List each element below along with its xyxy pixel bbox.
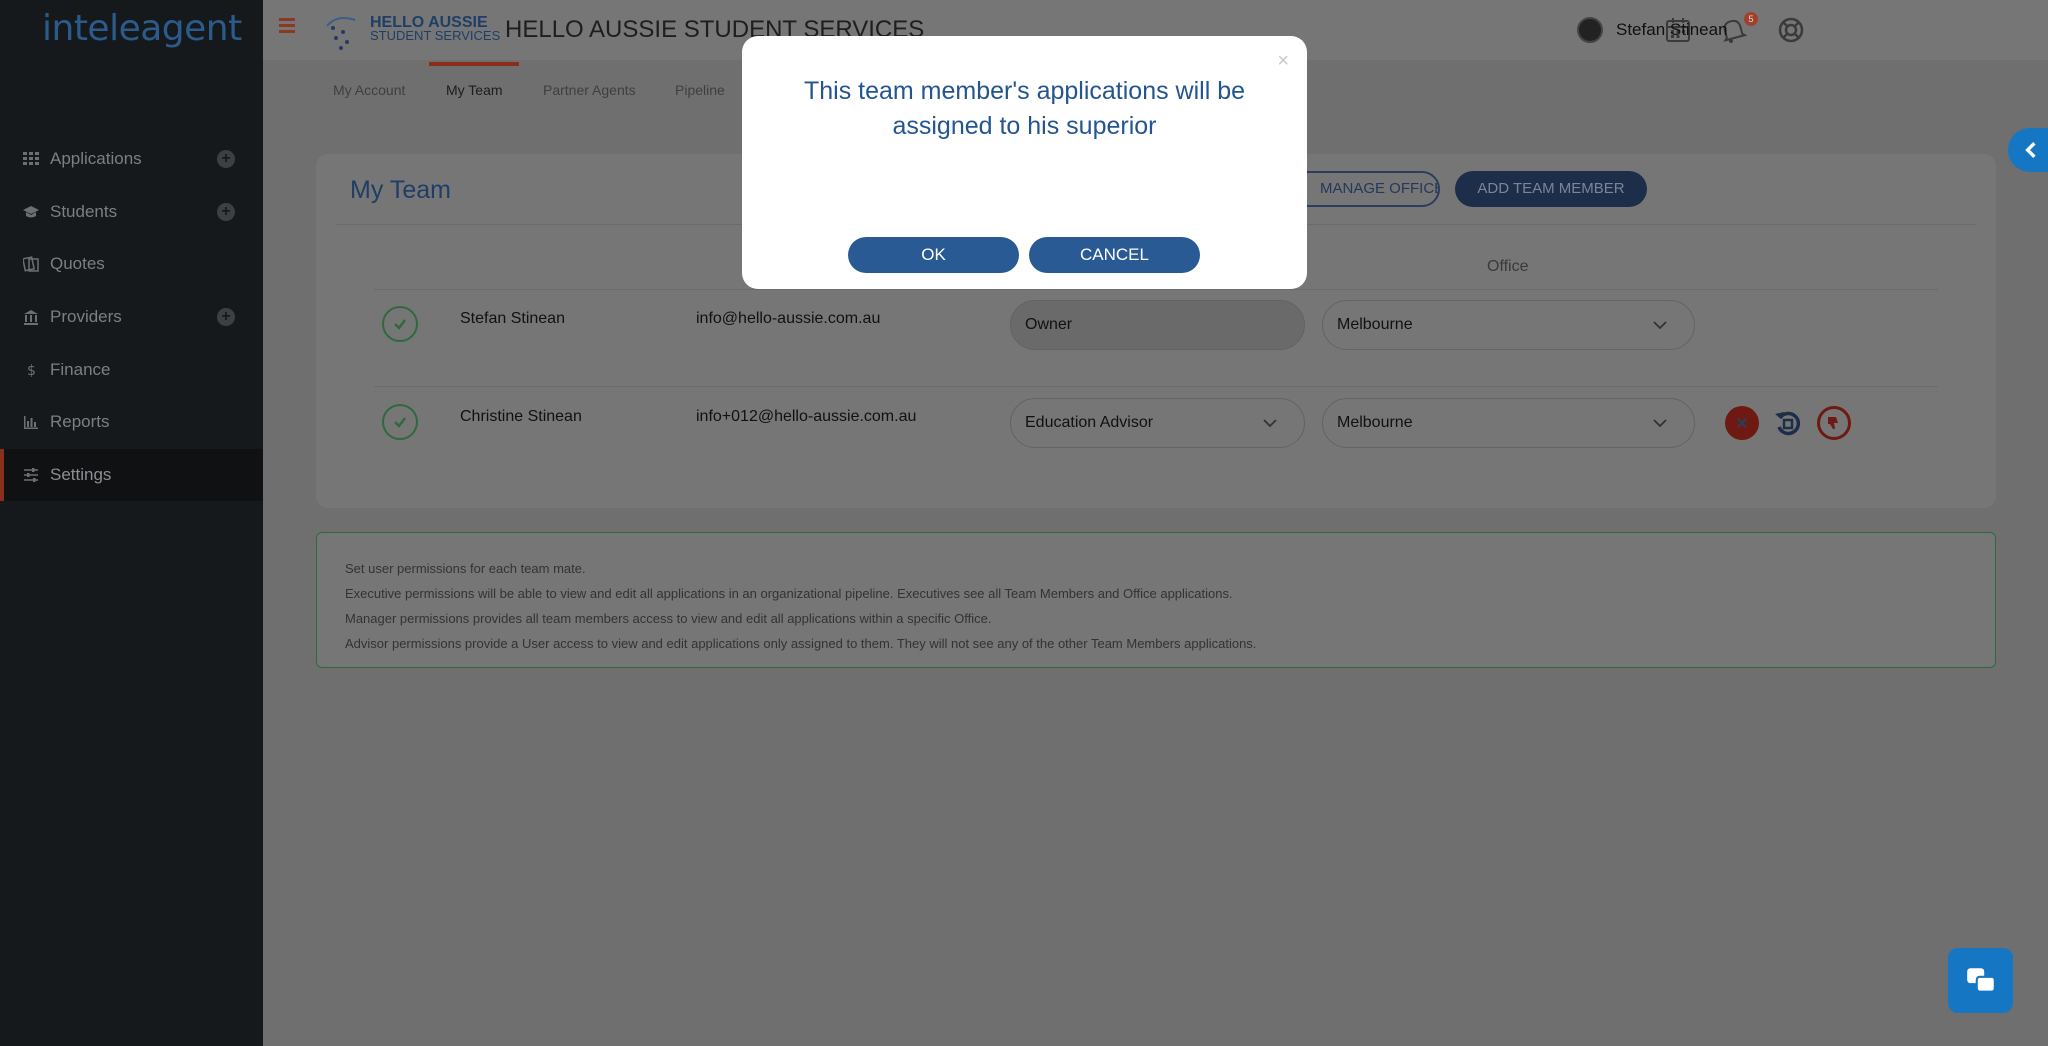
role-value: Owner — [1025, 316, 1073, 333]
chat-button[interactable] — [1948, 948, 2013, 1013]
sidebar-item-providers[interactable]: Providers + — [0, 291, 263, 344]
office-select[interactable]: Melbourne — [1322, 398, 1695, 448]
chevron-down-icon — [1653, 419, 1667, 428]
sidebar-item-label: Students — [50, 201, 118, 221]
sidebar-item-students[interactable]: Students + — [0, 186, 263, 239]
member-email: info@hello-aussie.com.au — [696, 310, 881, 327]
role-select[interactable]: Education Advisor — [1010, 398, 1305, 448]
tab-partner-agents[interactable]: Partner Agents — [543, 82, 636, 98]
sidebar-nav: Applications + Students + Quotes Provide… — [0, 133, 263, 502]
divider — [374, 386, 1938, 387]
sidebar: inteleagent Applications + Students + Qu… — [0, 0, 263, 1046]
office-column-header: Office — [1487, 258, 1529, 275]
office-value: Melbourne — [1337, 316, 1413, 333]
info-text: Advisor permissions provide a User acces… — [345, 636, 1257, 651]
page-title: My Team — [350, 176, 451, 204]
notification-badge: 5 — [1744, 12, 1758, 26]
ok-button[interactable]: OK — [848, 237, 1019, 273]
tab-pipeline[interactable]: Pipeline — [675, 82, 725, 98]
office-select[interactable]: Melbourne — [1322, 300, 1695, 350]
sidebar-item-label: Quotes — [50, 254, 105, 274]
add-application-button[interactable]: + — [217, 150, 235, 168]
role-field: Owner — [1010, 300, 1305, 350]
sidebar-item-finance[interactable]: $ Finance — [0, 343, 263, 396]
member-name: Christine Stinean — [460, 408, 582, 425]
add-provider-button[interactable]: + — [217, 307, 235, 326]
tab-my-team[interactable]: My Team — [446, 82, 503, 98]
member-email: info+012@hello-aussie.com.au — [696, 408, 917, 425]
manage-offices-button[interactable]: MANAGE OFFICES — [1284, 171, 1440, 207]
brand-logo-icon — [323, 12, 359, 52]
confirm-dialog: × This team member's applications will b… — [742, 36, 1307, 289]
graduation-cap-icon — [22, 203, 40, 221]
permissions-info-box: Set user permissions for each team mate.… — [316, 532, 1996, 668]
sidebar-item-label: Providers — [50, 307, 122, 327]
member-name: Stefan Stinean — [460, 310, 565, 327]
reassign-button[interactable] — [1771, 406, 1805, 440]
add-student-button[interactable]: + — [217, 202, 235, 221]
brand-name: HELLO AUSSIE STUDENT SERVICES — [370, 15, 501, 43]
sidebar-item-settings[interactable]: Settings — [0, 448, 263, 502]
office-value: Melbourne — [1337, 414, 1413, 431]
close-icon[interactable]: × — [1277, 50, 1289, 73]
side-panel-toggle-button[interactable] — [2008, 128, 2048, 172]
sidebar-item-label: Finance — [50, 359, 111, 379]
info-text: Set user permissions for each team mate. — [345, 561, 586, 576]
active-status-check-icon — [382, 306, 418, 342]
cancel-button[interactable]: CANCEL — [1029, 237, 1200, 273]
divider — [374, 289, 1938, 290]
grid-icon — [22, 150, 40, 168]
sidebar-item-label: Settings — [50, 464, 112, 484]
role-value: Education Advisor — [1025, 414, 1154, 431]
sidebar-item-applications[interactable]: Applications + — [0, 133, 263, 186]
sidebar-item-label: Reports — [50, 412, 110, 432]
close-icon — [1736, 417, 1748, 429]
add-team-member-button[interactable]: ADD TEAM MEMBER — [1455, 171, 1647, 207]
active-tab-indicator — [429, 62, 519, 66]
help-lifebuoy-icon[interactable] — [1777, 16, 1805, 44]
bank-icon — [22, 308, 40, 326]
sliders-icon — [22, 466, 40, 484]
info-text: Executive permissions will be able to vi… — [345, 586, 1233, 601]
chevron-left-icon — [2025, 142, 2036, 158]
active-status-check-icon — [382, 404, 418, 440]
svg-text:$: $ — [27, 363, 36, 378]
sidebar-item-quotes[interactable]: Quotes — [0, 238, 263, 291]
bar-chart-icon — [22, 413, 40, 431]
app-logo[interactable]: inteleagent — [42, 8, 242, 49]
delete-member-button[interactable] — [1725, 406, 1759, 440]
user-name[interactable]: Stefan Stinean — [1616, 20, 1728, 40]
reassign-icon — [1775, 411, 1801, 436]
dislike-button[interactable] — [1817, 406, 1851, 440]
sidebar-item-reports[interactable]: Reports — [0, 396, 263, 449]
chat-bubbles-icon — [1966, 967, 1996, 993]
tab-my-account[interactable]: My Account — [333, 82, 405, 98]
dialog-message: This team member's applications will be … — [803, 77, 1246, 140]
info-text: Manager permissions provides all team me… — [345, 611, 992, 626]
user-avatar[interactable] — [1577, 17, 1603, 43]
chevron-down-icon — [1653, 321, 1667, 330]
brand-line-2: STUDENT SERVICES — [370, 28, 501, 43]
thumbs-down-icon — [1828, 417, 1838, 429]
menu-icon[interactable] — [279, 18, 295, 33]
sidebar-item-label: Applications — [50, 149, 142, 169]
dollar-icon: $ — [22, 361, 40, 379]
quotes-icon — [22, 255, 40, 273]
chevron-down-icon — [1263, 419, 1277, 428]
